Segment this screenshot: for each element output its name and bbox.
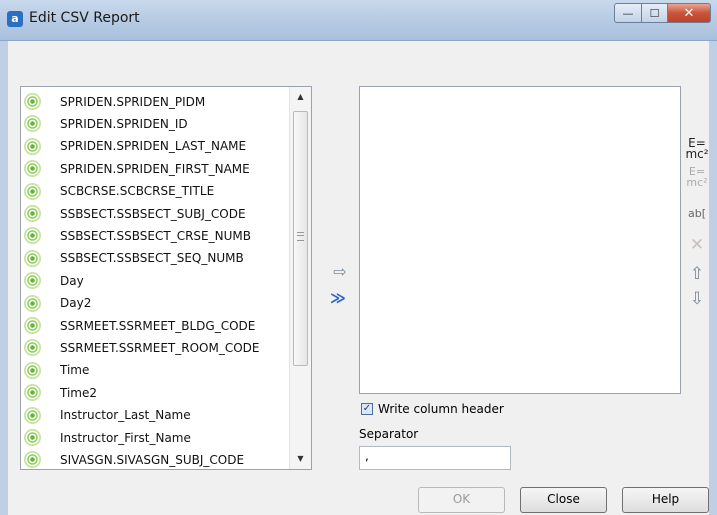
list-item[interactable]: SCBCRSE.SCBCRSE_TITLE xyxy=(21,180,289,203)
field-label: SCBCRSE.SCBCRSE_TITLE xyxy=(60,184,215,199)
list-item[interactable]: SPRIDEN.SPRIDEN_LAST_NAME xyxy=(21,135,289,158)
list-item[interactable]: SSBSECT.SSBSECT_SUBJ_CODE xyxy=(21,202,289,225)
list-item[interactable]: SSRMEET.SSRMEET_ROOM_CODE xyxy=(21,336,289,359)
write-column-header-label: Write column header xyxy=(378,402,504,416)
edit-formula-icon[interactable]: E= mc² xyxy=(684,166,710,188)
list-item[interactable]: Day2 xyxy=(21,292,289,315)
list-item[interactable]: Instructor_First_Name xyxy=(21,426,289,449)
field-label: Day xyxy=(60,273,84,288)
move-up-icon[interactable]: ⇧ xyxy=(684,264,710,284)
field-icon xyxy=(24,272,41,290)
selected-columns-list[interactable] xyxy=(359,86,681,394)
field-icon xyxy=(24,205,41,222)
field-icon xyxy=(24,227,41,245)
field-label: SSRMEET.SSRMEET_ROOM_CODE xyxy=(60,340,260,355)
grip-icon xyxy=(297,232,304,241)
field-label: SPRIDEN.SPRIDEN_FIRST_NAME xyxy=(60,161,250,176)
scroll-down-button[interactable]: ▼ xyxy=(290,449,311,469)
field-label: Instructor_First_Name xyxy=(60,430,191,445)
field-icon xyxy=(24,249,41,267)
window-title: Edit CSV Report xyxy=(29,10,140,26)
list-item[interactable]: SPRIDEN.SPRIDEN_ID xyxy=(21,112,289,135)
available-fields-list[interactable]: SPRIDEN.SPRIDEN_PIDM SPRIDEN.SPRIDEN_ID SP… xyxy=(20,86,312,470)
list-item[interactable]: SPRIDEN.SPRIDEN_PIDM xyxy=(21,90,289,113)
rename-icon[interactable]: ab[ xyxy=(684,207,710,220)
field-label: SSBSECT.SSBSECT_SEQ_NUMB xyxy=(60,251,244,266)
list-item[interactable]: SPRIDEN.SPRIDEN_FIRST_NAME xyxy=(21,157,289,180)
field-icon xyxy=(24,93,41,110)
list-item[interactable]: SSBSECT.SSBSECT_CRSE_NUMB xyxy=(21,224,289,247)
field-icon xyxy=(24,451,41,469)
field-icon xyxy=(24,429,41,446)
title-bar[interactable]: a Edit CSV Report — ☐ ✕ xyxy=(0,0,717,41)
field-label: SIVASGN.SIVASGN_SUBJ_CODE xyxy=(60,452,245,467)
minimize-button[interactable]: — xyxy=(614,3,642,23)
field-icon xyxy=(24,317,41,334)
separator-input[interactable]: , xyxy=(359,446,511,470)
field-icon xyxy=(24,406,41,424)
field-icon xyxy=(24,339,41,357)
field-icon xyxy=(24,160,41,178)
field-label: Time2 xyxy=(60,385,98,400)
list-item[interactable]: Instructor_Last_Name xyxy=(21,404,289,427)
list-item[interactable]: Day xyxy=(21,269,289,292)
formula-icon[interactable]: E= mc² xyxy=(684,137,710,161)
scroll-thumb[interactable] xyxy=(293,111,308,366)
list-item[interactable]: Time xyxy=(21,359,289,382)
list-item[interactable]: SSBSECT.SSBSECT_SEQ_NUMB xyxy=(21,247,289,270)
field-label: SSBSECT.SSBSECT_SUBJ_CODE xyxy=(60,206,246,221)
close-button[interactable]: Close xyxy=(520,487,607,513)
add-all-fields-button[interactable]: ≫ xyxy=(328,289,348,307)
app-icon: a xyxy=(7,11,23,27)
move-down-icon[interactable]: ⇩ xyxy=(684,289,710,309)
list-item[interactable]: SIVASGN.SIVASGN_SUBJ_CODE xyxy=(21,448,289,469)
field-label: SPRIDEN.SPRIDEN_LAST_NAME xyxy=(60,139,247,154)
field-label: SPRIDEN.SPRIDEN_ID xyxy=(60,116,188,131)
add-field-button[interactable]: ⇨ xyxy=(330,262,350,281)
field-icon xyxy=(24,115,41,133)
field-label: Time xyxy=(60,363,90,378)
scroll-up-button[interactable]: ▲ xyxy=(290,87,311,107)
separator-label: Separator xyxy=(359,427,419,441)
field-icon xyxy=(24,137,41,155)
field-label: Day2 xyxy=(60,296,92,311)
field-icon xyxy=(24,384,41,402)
window-controls: — ☐ ✕ xyxy=(614,3,711,23)
window-frame-left xyxy=(0,41,8,515)
edit-formula-icon-bottom: mc² xyxy=(686,176,708,189)
window-frame-right xyxy=(709,41,717,515)
field-label: SSRMEET.SSRMEET_BLDG_CODE xyxy=(60,318,256,333)
delete-icon[interactable]: ✕ xyxy=(684,235,710,255)
field-icon xyxy=(24,361,41,379)
formula-icon-bottom: mc² xyxy=(685,147,709,161)
field-label: SSBSECT.SSBSECT_CRSE_NUMB xyxy=(60,228,251,243)
field-label: SPRIDEN.SPRIDEN_PIDM xyxy=(60,94,206,109)
fields-scrollbar[interactable]: ▲ ▼ xyxy=(289,87,311,469)
write-column-header-option[interactable]: ✓ Write column header xyxy=(361,402,504,416)
list-item[interactable]: Time2 xyxy=(21,381,289,404)
write-column-header-checkbox[interactable]: ✓ xyxy=(361,403,373,415)
close-window-button[interactable]: ✕ xyxy=(668,3,711,23)
field-icon xyxy=(24,182,41,200)
field-label: Instructor_Last_Name xyxy=(60,408,191,423)
field-icon xyxy=(24,294,41,312)
help-button[interactable]: Help xyxy=(622,487,709,513)
ok-button[interactable]: OK xyxy=(418,487,505,513)
list-item[interactable]: SSRMEET.SSRMEET_BLDG_CODE xyxy=(21,314,289,337)
maximize-button[interactable]: ☐ xyxy=(642,3,668,23)
